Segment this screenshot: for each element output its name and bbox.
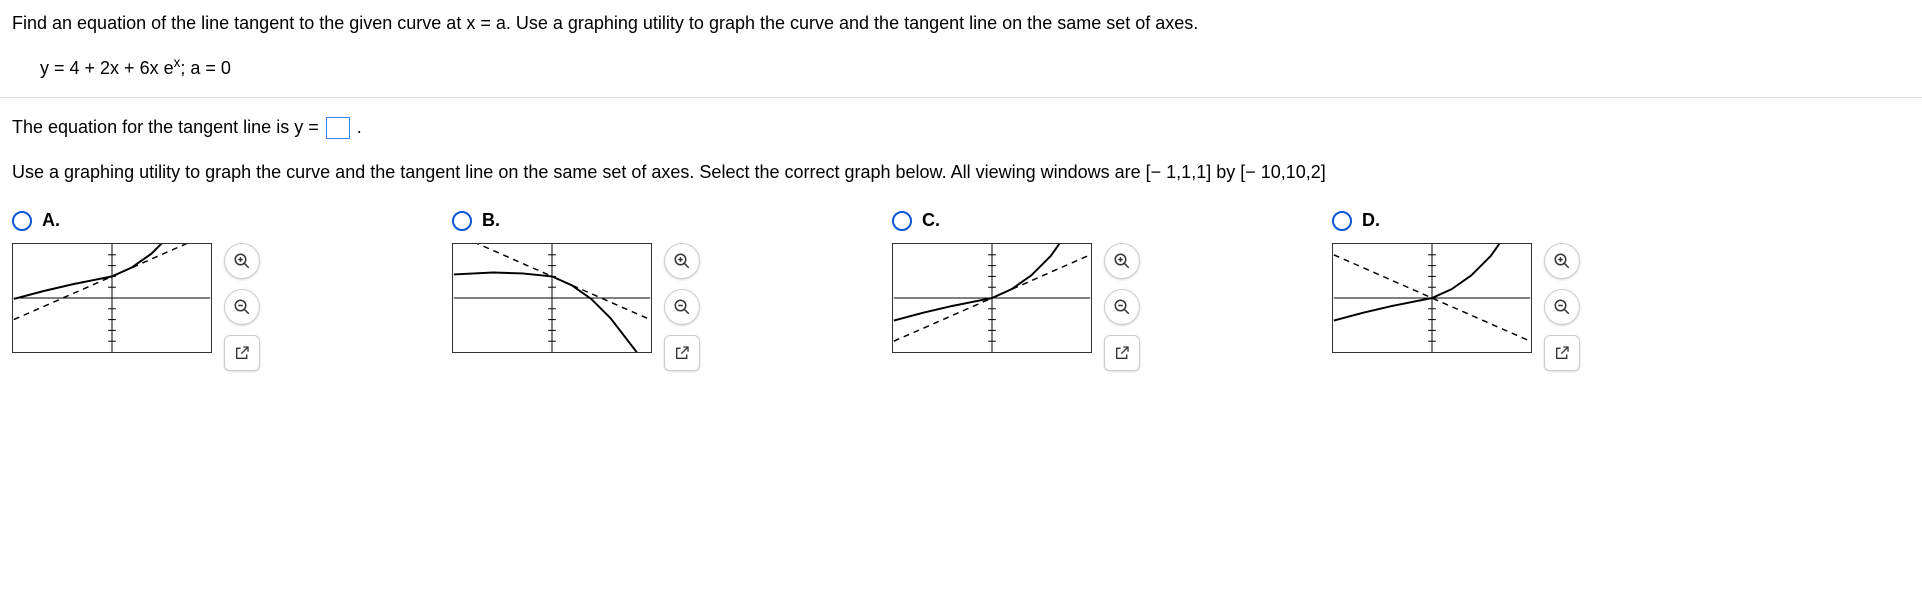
problem-prompt: Find an equation of the line tangent to … — [12, 10, 1910, 37]
zoom-in-icon[interactable] — [224, 243, 260, 279]
zoom-out-icon[interactable] — [224, 289, 260, 325]
popout-icon[interactable] — [1104, 335, 1140, 371]
option-label-d: D. — [1362, 210, 1380, 231]
zoom-in-icon[interactable] — [1544, 243, 1580, 279]
popout-icon[interactable] — [664, 335, 700, 371]
option-b: B. — [452, 210, 832, 371]
zoom-in-icon[interactable] — [664, 243, 700, 279]
answer-section: The equation for the tangent line is y =… — [0, 98, 1922, 196]
zoom-in-icon[interactable] — [1104, 243, 1140, 279]
answer-prompt-before: The equation for the tangent line is y = — [12, 117, 324, 137]
graph-b — [452, 243, 652, 353]
radio-d[interactable] — [1332, 211, 1352, 231]
problem-equation: y = 4 + 2x + 6x ex; a = 0 — [12, 37, 1910, 87]
graph-c — [892, 243, 1092, 353]
radio-b[interactable] — [452, 211, 472, 231]
option-label-b: B. — [482, 210, 500, 231]
answer-prompt-after: . — [357, 117, 362, 137]
radio-c[interactable] — [892, 211, 912, 231]
option-d: D. — [1332, 210, 1712, 371]
option-label-c: C. — [922, 210, 940, 231]
zoom-out-icon[interactable] — [1544, 289, 1580, 325]
option-a: A. — [12, 210, 392, 371]
equation-prefix: y = 4 + 2x + 6x e — [40, 58, 174, 78]
popout-icon[interactable] — [1544, 335, 1580, 371]
zoom-out-icon[interactable] — [1104, 289, 1140, 325]
graph-a — [12, 243, 212, 353]
radio-a[interactable] — [12, 211, 32, 231]
zoom-out-icon[interactable] — [664, 289, 700, 325]
answer-input[interactable] — [326, 117, 350, 139]
graph-prompt: Use a graphing utility to graph the curv… — [12, 159, 1910, 186]
option-c: C. — [892, 210, 1272, 371]
graph-d — [1332, 243, 1532, 353]
problem-statement: Find an equation of the line tangent to … — [0, 0, 1922, 98]
popout-icon[interactable] — [224, 335, 260, 371]
options-row: A. — [0, 196, 1922, 383]
option-label-a: A. — [42, 210, 60, 231]
equation-suffix: ; a = 0 — [180, 58, 231, 78]
